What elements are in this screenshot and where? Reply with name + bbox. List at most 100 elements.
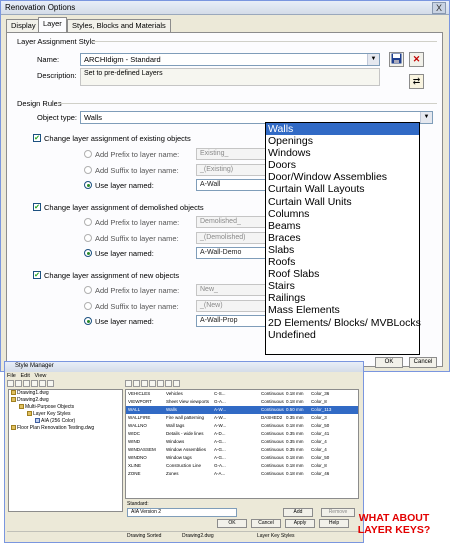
dropdown-item[interactable]: Openings [266,135,419,147]
standard-select[interactable]: AIA Version 2 [127,508,237,517]
new-key-icon[interactable] [125,380,132,387]
dropdown-item[interactable]: Braces [266,232,419,244]
object-type-dropdown-list[interactable]: Walls Openings Windows Doors Door/Window… [265,122,421,355]
demolished-suffix-field[interactable]: _(Demolished) [196,232,271,244]
table-row[interactable]: ZONE Zones A-A... Continuous 0.18 mm Color_46 [126,470,358,478]
purge-icon[interactable] [39,380,46,387]
style-manager-title[interactable]: Style Manager [5,362,363,372]
dropdown-item[interactable]: Roofs [266,256,419,268]
table-row[interactable]: VIEWPORT Sheet View viewports G-A... Contin… [126,398,358,406]
new-checkbox[interactable]: ✔ [33,271,41,279]
existing-checkbox[interactable]: ✔ [33,134,41,142]
object-type-label: Object type: [37,113,78,122]
dropdown-item[interactable]: Curtain Wall Layouts [266,183,419,195]
tab-display[interactable]: Display [6,19,41,32]
view-icon[interactable] [173,380,180,387]
new-use-radio[interactable] [84,317,92,325]
dropdown-item[interactable]: Roof Slabs [266,268,419,280]
options-icon[interactable] [157,380,164,387]
tree-node[interactable]: Floor Plan Renovation Testing.dwg [9,425,122,432]
cancel-button[interactable]: Cancel [409,357,437,368]
ok-button[interactable]: OK [375,357,403,368]
save-icon[interactable] [389,52,404,67]
table-row-selected[interactable]: WALL Walls A-W... Continuous 0.50 mm Color_11… [126,406,358,414]
existing-prefix-radio[interactable] [84,150,92,158]
style-tree[interactable]: Drawing1.dwg Drawing2.dwg Multi-Purpose … [8,389,123,512]
layer-style-name-select[interactable]: ARCHIdigm - Standard ▼ [80,53,380,66]
close-button[interactable]: X [432,2,446,14]
dropdown-item[interactable]: Curtain Wall Units [266,196,419,208]
sm-ok-button[interactable]: OK [217,519,247,528]
existing-prefix-field[interactable]: Existing_ [196,148,271,160]
paste-icon[interactable] [23,380,30,387]
folder-icon[interactable] [7,380,14,387]
tree-node[interactable]: AIA (256 Color) [9,418,122,425]
sm-cancel-button[interactable]: Cancel [251,519,281,528]
title-bar[interactable]: Renovation Options X [1,1,449,15]
existing-use-field[interactable]: A-Wall [196,179,271,191]
sm-help-button[interactable]: Help [319,519,349,528]
layer-key-table[interactable]: VEHICLES Vehicles C-S... Continuous 0.18 mm C… [125,389,359,499]
demolished-use-radio[interactable] [84,249,92,257]
table-row[interactable]: VEHICLES Vehicles C-S... Continuous 0.18 mm C… [126,390,358,398]
sm-apply-button[interactable]: Apply [285,519,315,528]
drawing-icon [11,390,16,396]
dropdown-item[interactable]: Door/Window Assemblies [266,171,419,183]
demolished-prefix-radio[interactable] [84,218,92,226]
dropdown-item[interactable]: Windows [266,147,419,159]
demolished-prefix-field[interactable]: Demolished_ [196,216,271,228]
table-row[interactable]: WINDASSEM Window Assemblies A-G... Continuo… [126,446,358,454]
new-suffix-radio[interactable] [84,302,92,310]
table-row[interactable]: WALLFIRE Fire wall patterning A-W... DASHED… [126,414,358,422]
tab-layer[interactable]: Layer [38,17,67,33]
table-row[interactable]: WINDNO Window tags A-G... Continuous 0.18 mm… [126,454,358,462]
new-prefix-field[interactable]: New_ [196,284,271,296]
dropdown-item[interactable]: Undefined [266,329,419,341]
dropdown-item[interactable]: Slabs [266,244,419,256]
existing-suffix-field[interactable]: _(Existing) [196,164,271,176]
tab-styles-blocks-materials[interactable]: Styles, Blocks and Materials [67,19,171,32]
menu-edit[interactable]: Edit [20,373,29,379]
demolished-checkbox[interactable]: ✔ [33,203,41,211]
existing-use-radio[interactable] [84,181,92,189]
export-icon[interactable] [141,380,148,387]
description-field[interactable]: Set to pre-defined Layers [80,68,380,86]
dropdown-item[interactable]: Beams [266,220,419,232]
tree-node[interactable]: Layer Key Styles [9,411,122,418]
dropdown-item[interactable]: Doors [266,159,419,171]
dropdown-item[interactable]: Stairs [266,280,419,292]
demolished-use-field[interactable]: A-Wall-Demo [196,247,271,259]
table-row[interactable]: WIDC Details - wide lines A-D... Continuous… [126,430,358,438]
dropdown-item[interactable]: Mass Elements [266,304,419,316]
demolished-suffix-radio[interactable] [84,234,92,242]
existing-suffix-radio[interactable] [84,166,92,174]
table-row[interactable]: WIND Windows A-G... Continuous 0.35 mm Color_… [126,438,358,446]
table-row[interactable]: XLINE Construction Line G-A... Continuous 0.… [126,462,358,470]
table-row[interactable]: WALLNO Wall tags A-W... Continuous 0.18 mm Co… [126,422,358,430]
chevron-down-icon[interactable]: ▼ [420,112,432,123]
existing-checkbox-label: Change layer assignment of existing obje… [44,134,191,143]
new-use-field[interactable]: A-Wall-Prop [196,315,271,327]
new-prefix-radio[interactable] [84,286,92,294]
tree-node[interactable]: Drawing2.dwg [9,397,122,404]
tree-node[interactable]: Multi-Purpose Objects [9,404,122,411]
filter-icon[interactable] [31,380,38,387]
import-icon[interactable] [133,380,140,387]
dropdown-item[interactable]: Railings [266,292,419,304]
help-icon[interactable] [47,380,54,387]
menu-view[interactable]: View [35,373,47,379]
dropdown-item[interactable]: Columns [266,208,419,220]
copy-icon[interactable] [15,380,22,387]
group-divider [92,41,437,42]
chevron-down-icon[interactable]: ▼ [367,54,379,65]
delete-icon[interactable]: ✕ [409,52,424,67]
dropdown-item[interactable]: 2D Elements/ Blocks/ MVBLocks [266,317,421,329]
dropdown-item-walls[interactable]: Walls [266,123,419,136]
swap-icon[interactable]: ⇄ [409,74,424,89]
menu-file[interactable]: File [7,373,16,379]
sort-icon[interactable] [165,380,172,387]
add-button[interactable]: Add [283,508,313,517]
filter-icon[interactable] [149,380,156,387]
tree-node[interactable]: Drawing1.dwg [9,390,122,397]
new-suffix-field[interactable]: _(New) [196,300,271,312]
